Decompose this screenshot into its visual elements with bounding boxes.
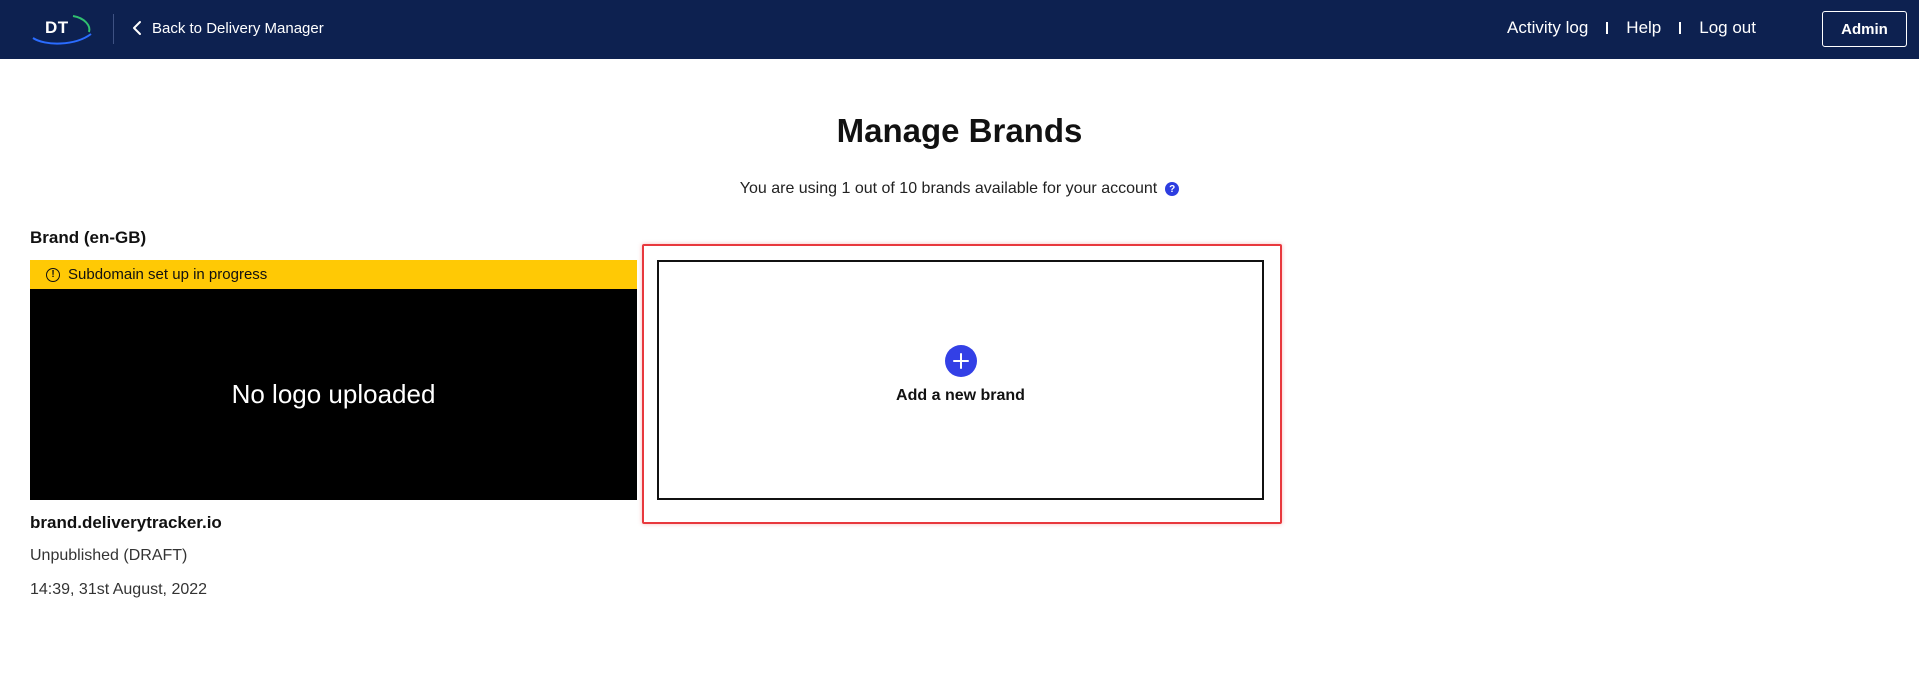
chevron-left-icon bbox=[132, 19, 144, 37]
brand-domain: brand.deliverytracker.io bbox=[30, 513, 222, 532]
top-navigation-bar: DT Back to Delivery Manager Activity log… bbox=[0, 0, 1919, 59]
usage-text: You are using 1 out of 10 brands availab… bbox=[739, 180, 1158, 197]
add-new-brand-button[interactable]: Add a new brand bbox=[657, 260, 1264, 500]
logo-text: DT bbox=[45, 18, 69, 37]
status-banner: ! Subdomain set up in progress bbox=[30, 260, 637, 289]
brand-updated-date: 14:39, 31st August, 2022 bbox=[30, 581, 208, 598]
help-icon[interactable]: ? bbox=[1165, 182, 1180, 196]
header-nav: Activity log Help Log out bbox=[1507, 18, 1756, 38]
admin-button[interactable]: Admin bbox=[1822, 11, 1907, 47]
brand-usage-info: You are using 1 out of 10 brands availab… bbox=[0, 180, 1919, 198]
back-to-delivery-manager-link[interactable]: Back to Delivery Manager bbox=[132, 19, 324, 37]
nav-separator bbox=[1606, 22, 1609, 34]
add-new-brand-label: Add a new brand bbox=[896, 387, 1025, 404]
plus-icon bbox=[944, 345, 977, 377]
activity-log-link[interactable]: Activity log bbox=[1507, 18, 1588, 38]
brand-heading: Brand (en-GB) bbox=[30, 228, 147, 247]
logo-placeholder-text: No logo uploaded bbox=[231, 379, 436, 409]
page-title: Manage Brands bbox=[836, 112, 1083, 149]
info-icon: ! bbox=[46, 267, 60, 282]
header-divider bbox=[113, 14, 114, 44]
brand-publish-status: Unpublished (DRAFT) bbox=[30, 547, 188, 564]
log-out-link[interactable]: Log out bbox=[1699, 18, 1756, 38]
brand-card[interactable]: ! Subdomain set up in progress No logo u… bbox=[30, 260, 637, 500]
dt-logo-icon[interactable]: DT bbox=[29, 12, 95, 46]
back-link-label: Back to Delivery Manager bbox=[152, 19, 324, 37]
brand-logo-placeholder: No logo uploaded bbox=[30, 289, 637, 500]
status-banner-text: Subdomain set up in progress bbox=[68, 266, 268, 283]
help-link[interactable]: Help bbox=[1626, 18, 1661, 38]
nav-separator bbox=[1679, 22, 1682, 34]
